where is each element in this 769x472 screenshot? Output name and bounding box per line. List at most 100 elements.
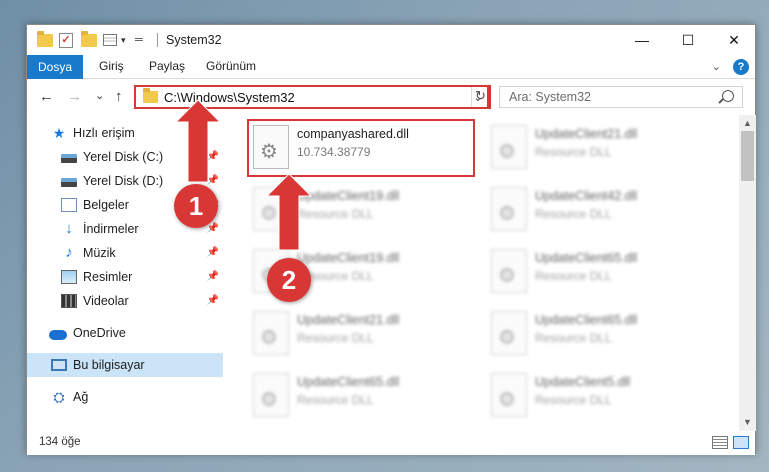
file-name: UpdateClient21.dll bbox=[297, 313, 400, 327]
sidebar-item-label: Hızlı erişim bbox=[73, 126, 135, 140]
sidebar-item-label: Ağ bbox=[73, 390, 89, 404]
search-placeholder: Ara: System32 bbox=[509, 90, 591, 104]
document-icon bbox=[61, 198, 77, 212]
refresh-button[interactable]: ↻ bbox=[471, 85, 489, 109]
back-button[interactable]: ← bbox=[39, 88, 54, 105]
title-bar: ✓ ▾ ═ System32 — ☐ ✕ bbox=[27, 25, 755, 55]
file-tile[interactable]: UpdateClient19.dll Resource DLL bbox=[247, 181, 477, 239]
file-type: Resource DLL bbox=[535, 393, 612, 407]
file-tile[interactable]: UpdateClient65.dll Resource DLL bbox=[485, 305, 715, 363]
file-type: Resource DLL bbox=[297, 393, 374, 407]
network-icon: ⛭ bbox=[53, 389, 65, 405]
quick-access-dropdown-icon[interactable]: ▾ bbox=[121, 32, 126, 48]
file-name: UpdateClient19.dll bbox=[297, 189, 400, 203]
scrollbar-thumb[interactable] bbox=[741, 131, 754, 181]
file-type: Resource DLL bbox=[535, 269, 612, 283]
customize-toolbar-icon[interactable]: ═ bbox=[135, 32, 143, 48]
sidebar-item-label: Müzik bbox=[83, 246, 116, 260]
up-button[interactable]: ↑ bbox=[115, 88, 123, 105]
properties-icon[interactable] bbox=[103, 32, 117, 48]
file-highlight-box bbox=[247, 119, 475, 177]
file-tile[interactable]: UpdateClient21.dll Resource DLL bbox=[485, 119, 715, 177]
ribbon-tabs: Dosya Giriş Paylaş Görünüm ⌄ ? bbox=[27, 55, 755, 79]
sidebar-item-pictures[interactable]: Resimler 📌 bbox=[27, 265, 223, 289]
scroll-up-icon[interactable]: ▲ bbox=[739, 115, 756, 132]
file-type: Resource DLL bbox=[297, 207, 374, 221]
callout-step-2: 2 bbox=[267, 258, 311, 302]
callout-step-1: 1 bbox=[174, 184, 218, 228]
disk-icon bbox=[61, 154, 77, 163]
close-button[interactable]: ✕ bbox=[711, 25, 757, 55]
pin-icon[interactable]: 📌 bbox=[207, 271, 219, 282]
file-name: UpdateClient65.dll bbox=[535, 313, 638, 327]
dll-file-icon bbox=[491, 187, 527, 231]
status-bar: 134 öğe bbox=[27, 431, 755, 455]
sidebar-item-this-pc[interactable]: Bu bilgisayar bbox=[27, 353, 223, 377]
recent-locations-button[interactable]: ⌄ bbox=[95, 89, 104, 102]
address-folder-icon bbox=[143, 88, 158, 103]
dll-file-icon bbox=[253, 187, 289, 231]
file-tile[interactable]: UpdateClient65.dll Resource DLL bbox=[485, 243, 715, 301]
tab-share[interactable]: Paylaş bbox=[149, 59, 185, 73]
dll-file-icon bbox=[491, 311, 527, 355]
tab-view[interactable]: Görünüm bbox=[206, 59, 256, 73]
navigation-bar: ← → ⌄ ↑ C:\Windows\System32 ⌄ ↻ Ara: Sys… bbox=[27, 79, 755, 115]
sidebar-item-label: Yerel Disk (C:) bbox=[83, 150, 164, 164]
file-tile[interactable]: UpdateClient5.dll Resource DLL bbox=[485, 367, 715, 425]
file-tile[interactable]: UpdateClient21.dll Resource DLL bbox=[247, 305, 477, 363]
sidebar-item-onedrive[interactable]: OneDrive bbox=[27, 321, 223, 345]
maximize-button[interactable]: ☐ bbox=[665, 25, 711, 55]
pin-icon[interactable]: 📌 bbox=[207, 175, 219, 186]
forward-button[interactable]: → bbox=[67, 88, 82, 105]
dll-file-icon bbox=[491, 125, 527, 169]
pin-icon[interactable]: 📌 bbox=[207, 151, 219, 162]
item-count: 134 öğe bbox=[39, 436, 81, 448]
tab-file[interactable]: Dosya bbox=[27, 55, 83, 79]
dll-file-icon bbox=[491, 373, 527, 417]
new-folder-icon[interactable] bbox=[81, 30, 97, 48]
pin-icon[interactable]: 📌 bbox=[207, 223, 219, 234]
sidebar-item-label: Bu bilgisayar bbox=[73, 358, 145, 372]
explorer-window: ✓ ▾ ═ System32 — ☐ ✕ Dosya Giriş Paylaş … bbox=[26, 24, 756, 455]
sidebar-item-disk-c[interactable]: Yerel Disk (C:) 📌 bbox=[27, 145, 223, 169]
dll-file-icon bbox=[491, 249, 527, 293]
file-tile[interactable]: UpdateClient65.dll Resource DLL bbox=[247, 367, 477, 425]
dll-file-icon bbox=[253, 311, 289, 355]
pin-icon[interactable]: 📌 bbox=[207, 247, 219, 258]
search-icon[interactable] bbox=[722, 90, 734, 102]
scroll-down-icon[interactable]: ▼ bbox=[739, 414, 756, 431]
sidebar-item-videos[interactable]: Videolar 📌 bbox=[27, 289, 223, 313]
address-path[interactable]: C:\Windows\System32 bbox=[164, 90, 469, 105]
file-name: UpdateClient5.dll bbox=[535, 375, 631, 389]
dll-file-icon bbox=[253, 373, 289, 417]
file-name: UpdateClient65.dll bbox=[535, 251, 638, 265]
properties-check-icon[interactable]: ✓ bbox=[59, 32, 73, 48]
sidebar-item-label: Resimler bbox=[83, 270, 133, 284]
sidebar-item-music[interactable]: ♪ Müzik 📌 bbox=[27, 241, 223, 265]
file-name: UpdateClient42.dll bbox=[535, 189, 638, 203]
file-type: Resource DLL bbox=[535, 331, 612, 345]
music-icon: ♪ bbox=[65, 244, 73, 261]
computer-icon bbox=[51, 359, 67, 371]
sidebar-item-label: Belgeler bbox=[83, 198, 129, 212]
sidebar-item-network[interactable]: ⛭ Ağ bbox=[27, 385, 223, 409]
help-icon[interactable]: ? bbox=[733, 59, 749, 75]
file-type: Resource DLL bbox=[535, 145, 612, 159]
file-name: UpdateClient19.dll bbox=[297, 251, 400, 265]
tab-home[interactable]: Giriş bbox=[99, 59, 124, 73]
sidebar-item-label: OneDrive bbox=[73, 326, 126, 340]
search-input[interactable]: Ara: System32 bbox=[499, 86, 743, 108]
download-icon: ↓ bbox=[65, 220, 73, 237]
tiles-view-icon[interactable] bbox=[733, 436, 749, 449]
sidebar-item-quick-access[interactable]: ★ Hızlı erişim bbox=[27, 121, 223, 145]
pin-icon[interactable]: 📌 bbox=[207, 295, 219, 306]
pictures-icon bbox=[61, 270, 77, 284]
vertical-scrollbar[interactable]: ▲ ▼ bbox=[739, 115, 756, 431]
ribbon-expand-chevron-icon[interactable]: ⌄ bbox=[712, 60, 721, 73]
address-bar[interactable]: C:\Windows\System32 ⌄ bbox=[134, 85, 489, 109]
file-tile[interactable]: UpdateClient42.dll Resource DLL bbox=[485, 181, 715, 239]
title-separator bbox=[157, 33, 158, 47]
minimize-button[interactable]: — bbox=[619, 25, 665, 55]
details-view-icon[interactable] bbox=[712, 436, 728, 449]
sidebar-item-label: İndirmeler bbox=[83, 222, 139, 236]
